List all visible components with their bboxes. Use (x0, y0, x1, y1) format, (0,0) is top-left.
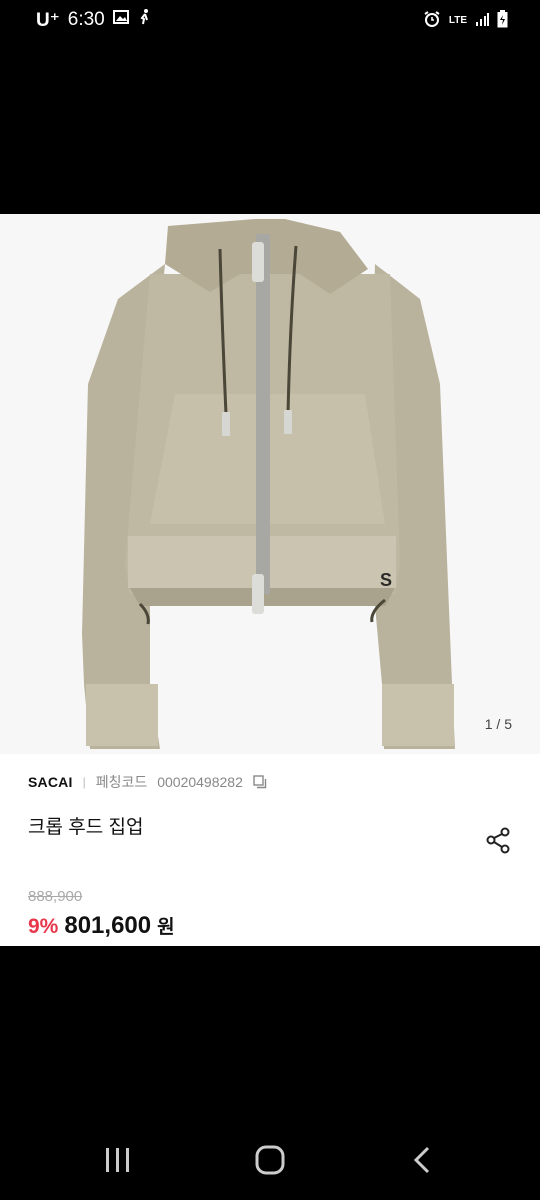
sale-price: 801,600 (64, 912, 152, 939)
currency-label: 원 (157, 917, 175, 938)
back-icon[interactable] (402, 1142, 442, 1178)
image-pager: 1 / 5 (484, 716, 512, 732)
svg-text:S: S (380, 570, 392, 590)
product-code: 00020498282 (157, 774, 243, 790)
signal-icon (475, 12, 489, 29)
product-title: 크롭 후드 집업 (28, 817, 144, 838)
navigation-bar (0, 1118, 540, 1200)
discount-rate: 9% (28, 915, 59, 938)
original-price: 888,900 (28, 888, 83, 905)
product-card: S 1 / 5 SACAI | 페칭코드 00020498282 크롭 후드 집… (0, 214, 540, 946)
carrier-label: U⁺ (36, 9, 60, 31)
recents-icon[interactable] (98, 1142, 138, 1178)
share-icon[interactable] (484, 826, 514, 856)
image-icon (112, 9, 129, 31)
network-label: LTE (448, 15, 467, 26)
code-label: 페칭코드 (95, 774, 148, 790)
alarm-icon (423, 10, 441, 31)
price-row: 9% 801,600 원 (28, 912, 175, 940)
status-bar: U⁺ 6:30 LTE (0, 0, 540, 40)
copy-icon[interactable] (253, 775, 267, 789)
battery-icon (497, 10, 508, 31)
home-icon[interactable] (250, 1142, 290, 1178)
brand-name[interactable]: SACAI (28, 774, 73, 790)
brand-row: SACAI | 페칭코드 00020498282 (28, 772, 267, 792)
divider: | (82, 775, 86, 789)
clock: 6:30 (67, 9, 105, 30)
walk-icon (137, 8, 151, 32)
product-image[interactable]: S 1 / 5 (0, 214, 540, 754)
